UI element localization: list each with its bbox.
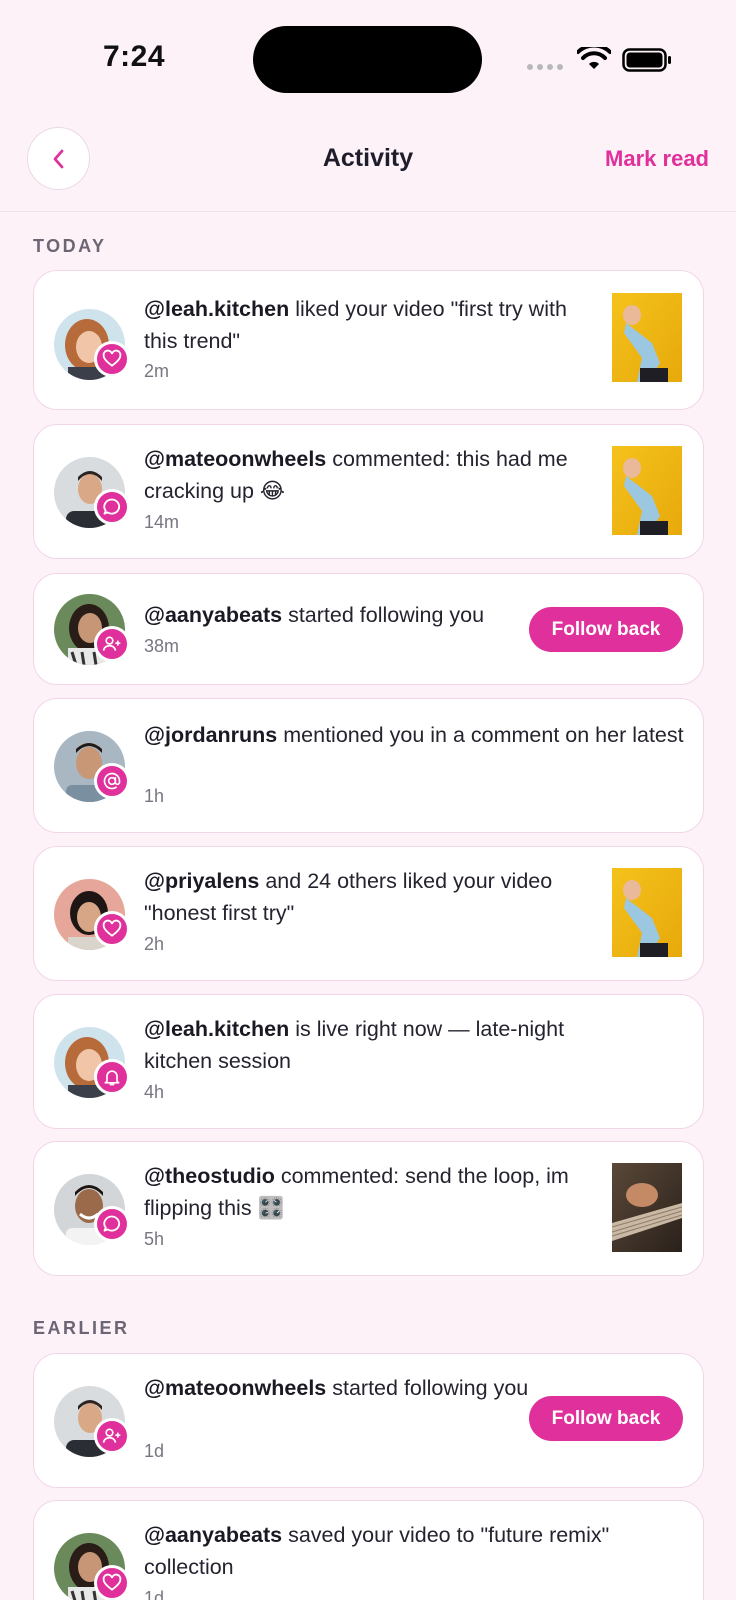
activity-text: @theostudio commented: send the loop, im… xyxy=(144,1164,569,1220)
activity-item[interactable]: @theostudio commented: send the loop, im… xyxy=(33,1141,704,1276)
activity-item[interactable]: @aanyabeats started following you 38m Fo… xyxy=(33,573,704,685)
heart-badge xyxy=(94,911,130,947)
timestamp: 1h xyxy=(144,786,165,806)
timestamp: 4h xyxy=(144,1082,165,1102)
bell-icon xyxy=(104,1070,120,1086)
activity-item[interactable]: @leah.kitchen liked your video "first tr… xyxy=(33,270,704,410)
activity-item[interactable]: @priyalens and 24 others liked your vide… xyxy=(33,846,704,981)
timestamp: 14m xyxy=(144,512,180,532)
activity-item[interactable]: @jordanruns mentioned you in a comment o… xyxy=(33,698,704,833)
activity-text: @aanyabeats saved your video to "future … xyxy=(144,1523,610,1579)
timestamp: 1d xyxy=(144,1588,165,1600)
activity-text: @mateoonwheels commented: this had me cr… xyxy=(144,447,568,503)
timestamp: 38m xyxy=(144,636,180,656)
activity-text: @priyalens and 24 others liked your vide… xyxy=(144,869,553,925)
activity-item[interactable]: @mateoonwheels started following you 1d … xyxy=(33,1353,704,1488)
mention-badge xyxy=(94,763,130,799)
status-time: 7:24 xyxy=(103,40,166,73)
video-thumbnail[interactable] xyxy=(612,1163,682,1252)
comment-icon xyxy=(103,1215,121,1232)
user-plus-badge xyxy=(94,1418,130,1454)
wifi-icon xyxy=(577,47,611,69)
heart-icon xyxy=(102,349,122,367)
video-thumbnail[interactable] xyxy=(612,293,682,382)
activity-text: @mateoonwheels started following you xyxy=(144,1376,529,1400)
battery-icon xyxy=(622,48,671,72)
section-earlier-label: EARLIER xyxy=(33,1318,130,1338)
user-plus-icon xyxy=(102,1428,121,1443)
dynamic-island xyxy=(253,26,482,93)
comment-icon xyxy=(103,498,121,515)
mark-read-button[interactable]: Mark read xyxy=(605,146,709,172)
timestamp: 2h xyxy=(144,934,165,954)
timestamp: 1d xyxy=(144,1441,165,1461)
user-plus-badge xyxy=(94,626,130,662)
activity-text: @aanyabeats started following you xyxy=(144,603,485,627)
signal-dots-icon xyxy=(527,64,563,70)
activity-item[interactable]: @mateoonwheels commented: this had me cr… xyxy=(33,424,704,559)
heart-icon xyxy=(102,919,122,937)
at-icon xyxy=(103,772,121,790)
activity-text: @leah.kitchen liked your video "first tr… xyxy=(144,297,567,353)
top-nav: Activity Mark read xyxy=(0,110,736,212)
follow-back-button[interactable]: Follow back xyxy=(529,1396,683,1441)
timestamp: 5h xyxy=(144,1229,165,1249)
timestamp: 2m xyxy=(144,361,170,381)
heart-icon xyxy=(102,1573,122,1591)
bell-badge xyxy=(94,1059,130,1095)
comment-badge xyxy=(94,1206,130,1242)
comment-badge xyxy=(94,489,130,525)
heart-badge xyxy=(94,341,130,377)
user-plus-icon xyxy=(102,636,121,651)
status-bar: 7:24 xyxy=(0,0,736,110)
activity-item[interactable]: @leah.kitchen is live right now — late-n… xyxy=(33,994,704,1129)
activity-item[interactable]: @aanyabeats saved your video to "future … xyxy=(33,1500,704,1600)
activity-text: @jordanruns mentioned you in a comment o… xyxy=(144,723,684,747)
video-thumbnail[interactable] xyxy=(612,868,682,957)
section-today-label: TODAY xyxy=(33,236,107,256)
activity-text: @leah.kitchen is live right now — late-n… xyxy=(144,1017,565,1073)
follow-back-button[interactable]: Follow back xyxy=(529,607,683,652)
video-thumbnail[interactable] xyxy=(612,446,682,535)
heart-badge xyxy=(94,1565,130,1600)
